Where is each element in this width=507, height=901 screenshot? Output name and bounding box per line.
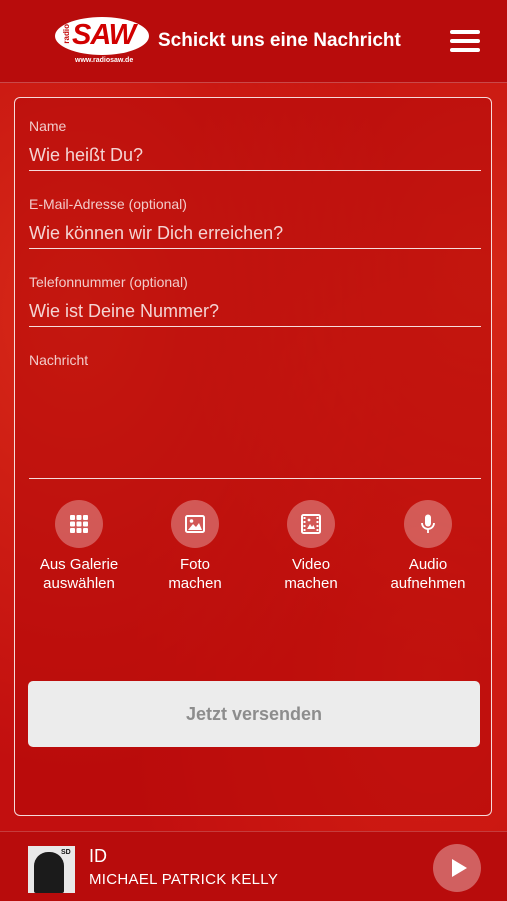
video-label-line1: Video <box>291 556 331 573</box>
submit-button[interactable]: Jetzt versenden <box>28 681 480 747</box>
play-icon[interactable] <box>433 844 481 892</box>
message-label: Nachricht <box>29 352 89 368</box>
email-input[interactable]: Wie können wir Dich erreichen? <box>29 218 481 249</box>
message-form: Name Wie heißt Du? E-Mail-Adresse (optio… <box>14 97 492 816</box>
name-label: Name <box>29 118 67 134</box>
microphone-icon <box>404 500 452 548</box>
gallery-grid-icon <box>55 500 103 548</box>
gallery-label-line2: auswählen <box>43 575 115 592</box>
track-artist: MICHAEL PATRICK KELLY <box>89 871 279 888</box>
page-title: Schickt uns eine Nachricht <box>158 30 401 51</box>
cover-artist-figure <box>34 852 64 893</box>
gallery-button[interactable]: Aus Galerie auswählen <box>21 500 137 593</box>
logo-url: www.radiosaw.de <box>75 57 134 64</box>
app-header: radio SAW www.radiosaw.de Schickt uns ei… <box>0 0 507 83</box>
phone-input[interactable]: Wie ist Deine Nummer? <box>29 296 481 327</box>
message-textarea[interactable] <box>29 374 481 479</box>
gallery-label-line1: Aus Galerie <box>39 556 119 573</box>
photo-label-line2: machen <box>168 575 222 592</box>
cover-badge: SD <box>61 849 71 856</box>
photo-icon <box>171 500 219 548</box>
audio-label-line1: Audio <box>408 556 448 573</box>
photo-button[interactable]: Foto machen <box>137 500 253 593</box>
video-label-line2: machen <box>284 575 338 592</box>
audio-button[interactable]: Audio aufnehmen <box>370 500 486 593</box>
video-button[interactable]: Video machen <box>253 500 369 593</box>
name-input[interactable]: Wie heißt Du? <box>29 140 481 171</box>
video-icon <box>287 500 335 548</box>
now-playing-bar: SD ID MICHAEL PATRICK KELLY <box>0 831 507 901</box>
track-title: ID <box>89 846 107 866</box>
hamburger-menu-icon[interactable] <box>448 28 482 54</box>
audio-label-line2: aufnehmen <box>390 575 466 592</box>
album-cover[interactable]: SD <box>28 846 75 893</box>
radio-saw-logo[interactable]: radio SAW www.radiosaw.de <box>55 17 149 67</box>
media-actions: Aus Galerie auswählen Foto machen Video … <box>15 500 493 600</box>
email-label: E-Mail-Adresse (optional) <box>29 196 187 212</box>
phone-label: Telefonnummer (optional) <box>29 274 188 290</box>
logo-radio-text: radio <box>62 24 71 44</box>
logo-saw-text: SAW <box>72 19 136 51</box>
photo-label-line1: Foto <box>179 556 210 573</box>
